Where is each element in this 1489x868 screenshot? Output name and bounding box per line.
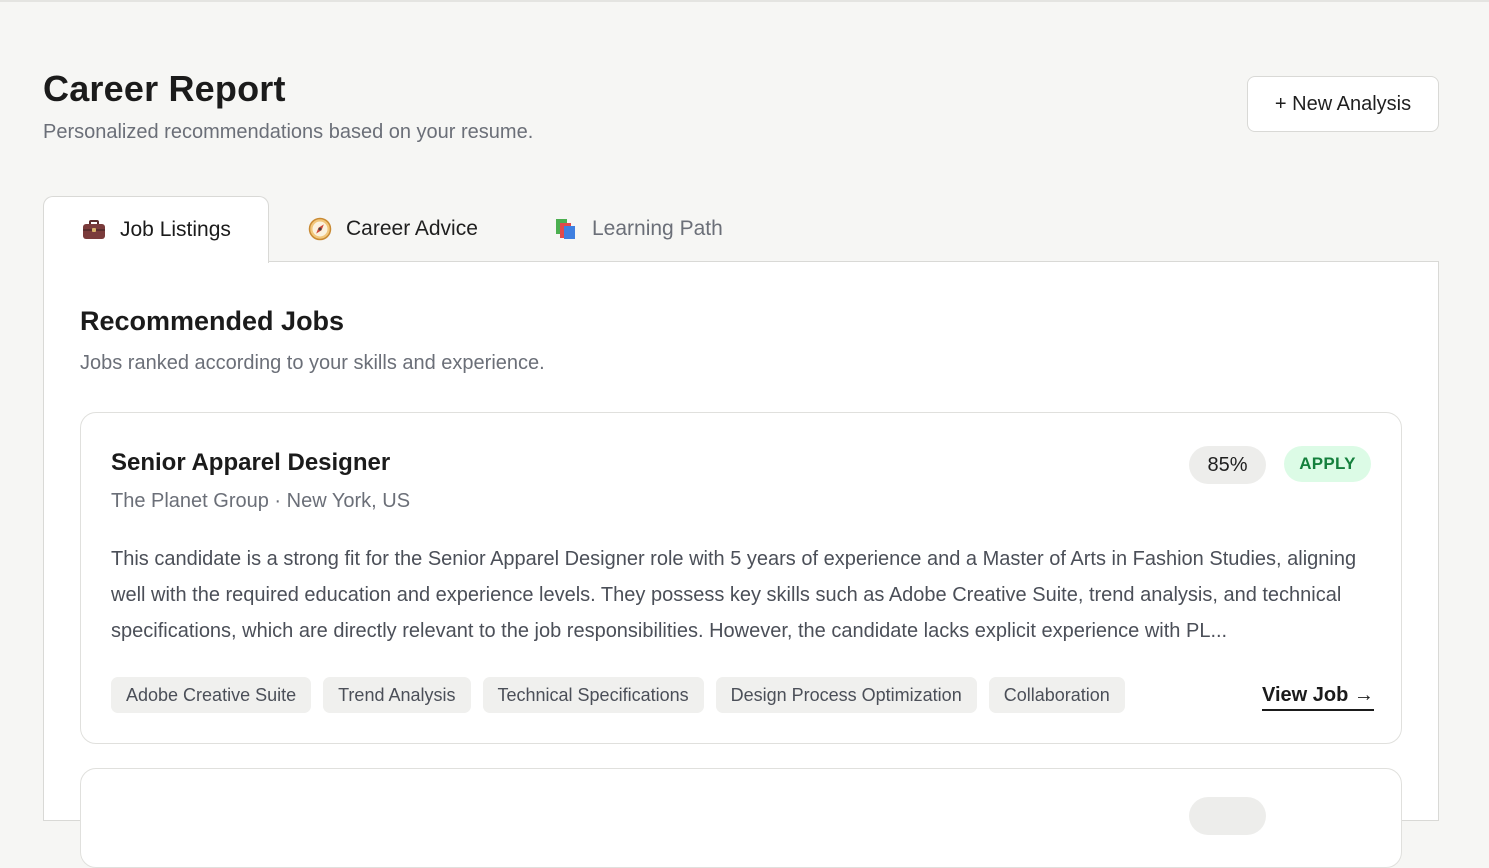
section-title: Recommended Jobs bbox=[80, 306, 345, 336]
new-analysis-button[interactable]: + New Analysis bbox=[1247, 76, 1439, 132]
skill-tag: Collaboration bbox=[988, 677, 1125, 713]
tab-bar: Job Listings Career Advice Learning Path bbox=[43, 196, 1439, 263]
tab-learning-path[interactable]: Learning Path bbox=[554, 196, 723, 262]
page-title: Career Report bbox=[43, 68, 286, 109]
job-description: This candidate is a strong fit for the S… bbox=[111, 548, 1357, 642]
skill-tags: Adobe Creative Suite Trend Analysis Tech… bbox=[111, 677, 1125, 713]
top-divider bbox=[0, 0, 1489, 2]
skill-tag: Technical Specifications bbox=[482, 677, 704, 713]
briefcase-icon bbox=[82, 218, 106, 242]
skill-tag: Adobe Creative Suite bbox=[111, 677, 312, 713]
job-listings-panel: Recommended Jobs Jobs ranked according t… bbox=[43, 261, 1439, 868]
page-header: Career Report Personalized recommendatio… bbox=[43, 68, 533, 144]
job-card: Senior Apparel Designer The Planet Group… bbox=[80, 412, 1402, 744]
tab-career-advice[interactable]: Career Advice bbox=[308, 196, 478, 262]
tab-label: Job Listings bbox=[120, 218, 231, 241]
compass-icon bbox=[308, 217, 332, 241]
section-subtitle: Jobs ranked according to your skills and… bbox=[80, 352, 545, 374]
skill-tag: Trend Analysis bbox=[323, 677, 471, 713]
match-score-badge: 85% bbox=[1189, 446, 1266, 484]
books-icon bbox=[554, 217, 578, 241]
job-company-location: The Planet Group · New York, US bbox=[111, 490, 411, 512]
job-title: Senior Apparel Designer bbox=[111, 449, 391, 476]
tab-job-listings[interactable]: Job Listings bbox=[43, 196, 269, 263]
job-card bbox=[80, 768, 1402, 868]
apply-status-badge: APPLY bbox=[1284, 446, 1371, 482]
tab-label: Learning Path bbox=[592, 217, 723, 240]
skill-tag: Design Process Optimization bbox=[715, 677, 977, 713]
tab-label: Career Advice bbox=[346, 217, 478, 240]
view-job-link[interactable]: View Job → bbox=[1262, 684, 1374, 711]
page-subtitle: Personalized recommendations based on yo… bbox=[43, 121, 534, 143]
